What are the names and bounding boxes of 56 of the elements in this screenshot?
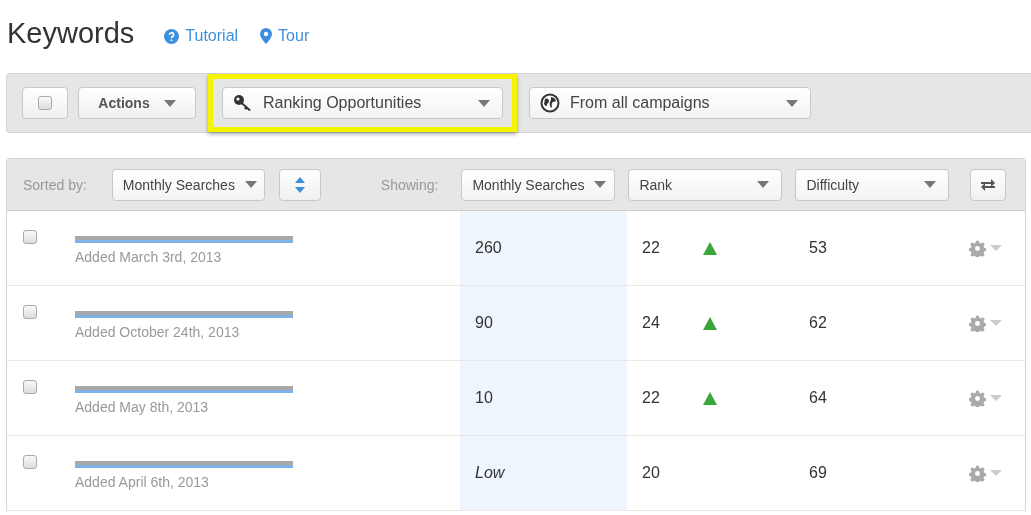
- key-icon: [233, 94, 253, 112]
- row-checkbox[interactable]: [23, 455, 37, 469]
- added-date: Added March 3rd, 2013: [75, 248, 223, 265]
- globe-icon: [540, 93, 560, 113]
- gear-icon[interactable]: [969, 239, 986, 257]
- caret-icon: [757, 181, 770, 188]
- caret-icon[interactable]: [990, 470, 1002, 476]
- caret-icon: [786, 99, 798, 107]
- caret-icon[interactable]: [990, 320, 1002, 326]
- rank: 22: [642, 389, 660, 407]
- rank: 20: [642, 464, 660, 482]
- caret-icon: [478, 99, 490, 107]
- sorted-by-label: Sorted by:: [23, 176, 87, 193]
- row-checkbox[interactable]: [23, 230, 37, 244]
- added-date: Added April 6th, 2013: [75, 473, 210, 490]
- monthly-searches: 90: [475, 314, 493, 332]
- select-all-button[interactable]: [22, 87, 68, 119]
- help-icon: [164, 28, 180, 44]
- added-date: Added May 8th, 2013: [75, 398, 210, 415]
- filter-dropdown[interactable]: From all campaigns: [529, 87, 811, 119]
- sort-direction-button[interactable]: [278, 168, 321, 201]
- rank: 22: [642, 239, 660, 257]
- monthly-searches: Low: [475, 464, 505, 482]
- actions-button[interactable]: Actions: [78, 87, 196, 119]
- map-pin-icon: [260, 28, 273, 44]
- swap-arrows-icon: [980, 177, 997, 192]
- difficulty: 69: [809, 464, 827, 482]
- help-link[interactable]: Tour: [260, 27, 310, 45]
- sort-dropdown[interactable]: Monthly Searches: [111, 168, 265, 201]
- caret-icon: [163, 99, 176, 107]
- monthly-searches: 10: [475, 389, 493, 407]
- row-checkbox[interactable]: [23, 305, 37, 319]
- rank: 24: [642, 314, 660, 332]
- added-date: Added October 24th, 2013: [75, 323, 241, 340]
- page-title: Keywords: [7, 16, 135, 50]
- gear-icon[interactable]: [969, 389, 986, 407]
- difficulty: 62: [809, 314, 827, 332]
- filter-dropdown[interactable]: Ranking Opportunities: [222, 87, 503, 119]
- caret-icon: [244, 181, 257, 188]
- select-all-checkbox[interactable]: [38, 96, 52, 110]
- caret-icon[interactable]: [990, 245, 1002, 251]
- showing-label: Showing:: [380, 176, 439, 193]
- caret-icon: [924, 181, 937, 188]
- caret-icon: [594, 181, 607, 188]
- swap-columns-button[interactable]: [970, 168, 1007, 201]
- sort-arrows-icon: [293, 175, 306, 194]
- gear-icon[interactable]: [969, 314, 986, 332]
- difficulty: 53: [809, 239, 827, 257]
- column-dropdown[interactable]: Rank: [628, 168, 783, 201]
- row-checkbox[interactable]: [23, 380, 37, 394]
- column-dropdown[interactable]: Difficulty: [795, 168, 950, 201]
- caret-icon[interactable]: [990, 395, 1002, 401]
- gear-icon[interactable]: [969, 464, 986, 482]
- monthly-searches: 260: [475, 239, 502, 257]
- column-dropdown[interactable]: Monthly Searches: [461, 168, 616, 201]
- difficulty: 64: [809, 389, 827, 407]
